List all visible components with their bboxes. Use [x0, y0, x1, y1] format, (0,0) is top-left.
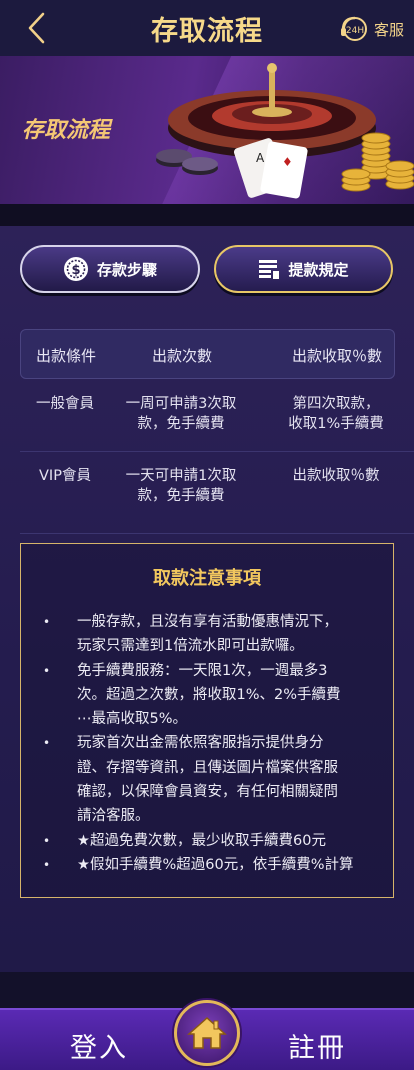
row-condition: VIP會員	[39, 468, 91, 484]
tab-withdraw-rules-label: 提款規定	[288, 260, 349, 279]
withdraw-notice-box: 取款注意事項 • 一般存款，且沒有享有活動優惠情況下， 玩家只需達到1倍流水即可…	[20, 543, 394, 898]
svg-text:♦: ♦	[282, 155, 293, 169]
headset-24h-icon: 24H	[340, 16, 367, 41]
row-fee-line2: 收取1%手續費	[288, 416, 384, 432]
list-item: • 免手續費服務：一天限1次，一週最多3 次。超過之次數，將收取1%、2%手續費…	[21, 659, 393, 732]
row-count-line1: 一天可申請1次取	[125, 468, 237, 484]
header-count: 出款次數	[151, 347, 212, 365]
top-bar: 存取流程 24H 客服	[0, 0, 414, 56]
row-divider	[20, 451, 414, 452]
notice-line: ★超過免費次數，最少收取手續費60元	[77, 832, 326, 849]
notice-line: 玩家首次出金需依照客服指示提供身分	[77, 735, 324, 752]
service-badge: 24H	[346, 26, 364, 36]
page-title: 存取流程	[151, 15, 263, 47]
row-divider	[20, 533, 414, 534]
service-label: 客服	[373, 20, 404, 39]
notice-line: 請洽客服。	[77, 808, 150, 825]
notice-line: 一般存款，且沒有享有活動優惠情況下，	[77, 614, 338, 630]
svg-text:A: A	[256, 151, 265, 165]
chevron-left-icon	[28, 12, 45, 44]
register-button[interactable]: 註冊	[288, 1026, 346, 1065]
banner-title: 存取流程	[22, 118, 111, 143]
list-item: • 一般存款，且沒有享有活動優惠情況下， 玩家只需達到1倍流水即可出款囉。	[21, 610, 393, 659]
customer-service-button[interactable]: 24H 客服	[340, 16, 404, 42]
notice-line: 玩家只需達到1倍流水即可出款囉。	[77, 638, 304, 655]
notice-line: 證、存摺等資訊，且傳送圖片檔案供客服	[77, 759, 338, 776]
notice-line: 確認，以保障會員資安，有任何相關疑問	[77, 784, 338, 801]
row-count-line2: 款，免手續費	[137, 488, 225, 504]
table-row: VIP會員 一天可申請1次取 款，免手續費 出款收取％數	[20, 466, 395, 514]
login-button[interactable]: 登入	[70, 1026, 128, 1065]
home-button[interactable]	[174, 1000, 240, 1066]
dollar-coin-icon: $	[63, 257, 88, 281]
list-item: • ★假如手續費%超過60元，依手續費%計算	[21, 853, 393, 877]
list-item: • 玩家首次出金需依照客服指示提供身分 證、存摺等資訊，且傳送圖片檔案供客服 確…	[21, 731, 393, 828]
tab-deposit-steps-label: 存款步驟	[96, 260, 157, 279]
row-fee-line1: 出款收取％數	[292, 468, 380, 484]
list-item: • ★超過免費次數，最少收取手續費60元	[21, 829, 393, 853]
svg-text:$: $	[71, 263, 80, 278]
notice-line: 免手續費服務：一天限1次，一週最多3	[77, 662, 328, 679]
header-condition: 出款條件	[35, 347, 96, 365]
banner-divider	[0, 204, 414, 226]
row-fee-line1: 第四次取款，	[292, 396, 380, 412]
notice-title: 取款注意事項	[153, 568, 261, 589]
back-button[interactable]	[22, 12, 52, 44]
notice-list: • 一般存款，且沒有享有活動優惠情況下， 玩家只需達到1倍流水即可出款囉。 • …	[21, 610, 393, 877]
home-icon	[187, 1016, 227, 1049]
notice-line: ⋯最高收取5%。	[77, 711, 188, 728]
table-header: 出款條件 出款次數 出款收取％數	[20, 329, 395, 379]
row-condition: 一般會員	[36, 396, 94, 412]
notice-line: ★假如手續費%超過60元，依手續費%計算	[77, 856, 354, 873]
tab-withdraw-rules[interactable]: 提款規定	[214, 245, 393, 293]
header-fee: 出款收取％數	[291, 347, 382, 365]
document-list-icon	[259, 260, 280, 279]
notice-line: 次。超過之次數，將收取1%、2%手續費	[77, 686, 341, 703]
row-count-line2: 款，免手續費	[137, 416, 225, 432]
table-row: 一般會員 一周可申請3次取 款，免手續費 第四次取款， 收取1%手續費	[20, 394, 395, 450]
banner: 存取流程 A ♦	[0, 56, 414, 204]
roulette-illustration: A ♦	[156, 63, 414, 199]
tab-deposit-steps[interactable]: $ 存款步驟	[20, 245, 200, 293]
row-count-line1: 一周可申請3次取	[125, 396, 237, 412]
